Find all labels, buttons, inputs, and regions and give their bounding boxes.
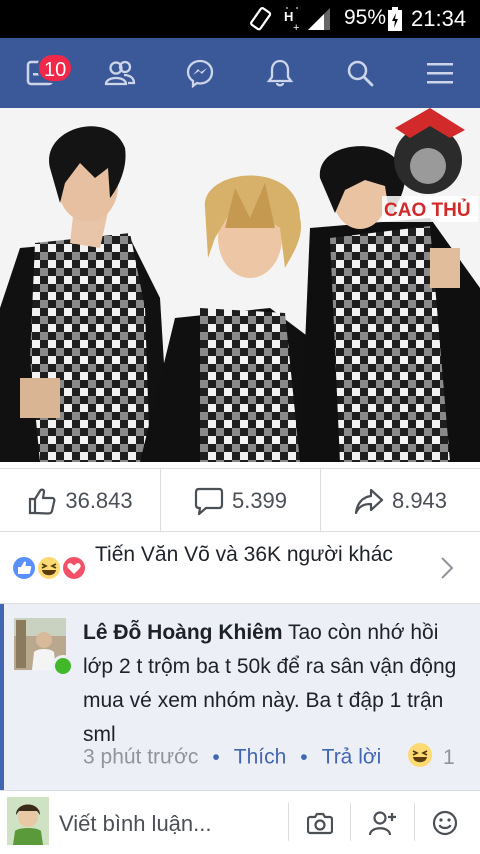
friends-icon xyxy=(104,60,136,86)
messenger-tab[interactable] xyxy=(160,38,240,108)
friends-tab[interactable] xyxy=(80,38,160,108)
menu-icon xyxy=(427,63,453,84)
love-reaction-icon xyxy=(61,555,87,581)
reactions-text: Tiến Văn Võ và 36K người khác xyxy=(95,543,393,566)
camera-button[interactable] xyxy=(298,801,342,845)
network-type-icon: H + xyxy=(283,7,305,38)
tag-friend-button[interactable] xyxy=(361,801,405,845)
reaction-icons xyxy=(11,554,91,582)
thumbs-up-icon xyxy=(29,488,56,515)
menu-tab[interactable] xyxy=(400,38,480,108)
like-button[interactable]: 36.843 xyxy=(0,469,160,532)
post-actions: 36.843 5.399 8.943 xyxy=(0,468,480,532)
messenger-icon xyxy=(186,59,214,88)
search-tab[interactable] xyxy=(320,38,400,108)
like-reaction-icon xyxy=(11,555,37,581)
svg-text:H: H xyxy=(284,9,293,24)
battery-percent: 95% xyxy=(344,6,387,29)
comment-reply-link[interactable]: Trả lời xyxy=(322,746,382,769)
haha-reaction-icon xyxy=(407,742,433,774)
comment-time: 3 phút trước xyxy=(83,745,199,769)
comment-composer: Viết bình luận... xyxy=(0,790,480,854)
divider xyxy=(414,803,415,841)
share-count: 8.943 xyxy=(391,487,448,513)
comment-input[interactable]: Viết bình luận... xyxy=(59,811,212,837)
current-user-avatar xyxy=(7,797,49,845)
signal-icon xyxy=(306,8,332,35)
comment-meta: 3 phút trước • Thích • Trả lời 1 xyxy=(83,742,480,774)
comment-item: Lê Đỗ Hoàng Khiêm Tao còn nhớ hồi lớp 2 … xyxy=(0,604,480,790)
comment-author[interactable]: Lê Đỗ Hoàng Khiêm xyxy=(83,621,283,644)
svg-text:+: + xyxy=(293,22,299,33)
post-photo[interactable]: CAO THỦ xyxy=(0,108,480,462)
bell-icon xyxy=(266,59,294,87)
chevron-right-icon xyxy=(441,557,454,579)
camera-icon xyxy=(307,812,333,835)
comment-like-link[interactable]: Thích xyxy=(234,746,287,769)
separator-dot: • xyxy=(300,745,308,769)
search-icon xyxy=(347,60,374,87)
battery-icon xyxy=(388,7,402,36)
smiley-icon xyxy=(432,810,458,836)
share-icon xyxy=(354,488,384,514)
top-nav-bar: 10 xyxy=(0,38,480,108)
comment-button[interactable]: 5.399 xyxy=(160,469,320,532)
online-status-dot xyxy=(52,655,74,677)
divider xyxy=(350,803,351,841)
clock: 21:34 xyxy=(411,6,467,31)
emoji-button[interactable] xyxy=(423,801,467,845)
haha-reaction-icon xyxy=(36,555,62,581)
commenter-avatar[interactable] xyxy=(14,618,74,677)
notification-badge: 10 xyxy=(37,53,74,83)
share-button[interactable]: 8.943 xyxy=(320,469,480,532)
add-person-icon xyxy=(369,811,396,836)
comment-count: 5.399 xyxy=(231,487,288,513)
comment-body: Lê Đỗ Hoàng Khiêm Tao còn nhớ hồi lớp 2 … xyxy=(83,616,463,752)
status-bar: H + 95% 21:34 xyxy=(0,0,480,38)
watermark-text: CAO THỦ xyxy=(384,199,471,221)
comment-icon xyxy=(194,487,224,515)
divider xyxy=(288,803,289,841)
like-count: 36.843 xyxy=(65,487,133,513)
reactions-summary[interactable]: Tiến Văn Võ và 36K người khác xyxy=(0,532,480,604)
notifications-tab[interactable] xyxy=(240,38,320,108)
vibrate-icon xyxy=(248,6,274,37)
news-feed-tab[interactable]: 10 xyxy=(0,38,80,108)
comment-reaction-count: 1 xyxy=(443,745,455,769)
separator-dot: • xyxy=(212,745,220,769)
